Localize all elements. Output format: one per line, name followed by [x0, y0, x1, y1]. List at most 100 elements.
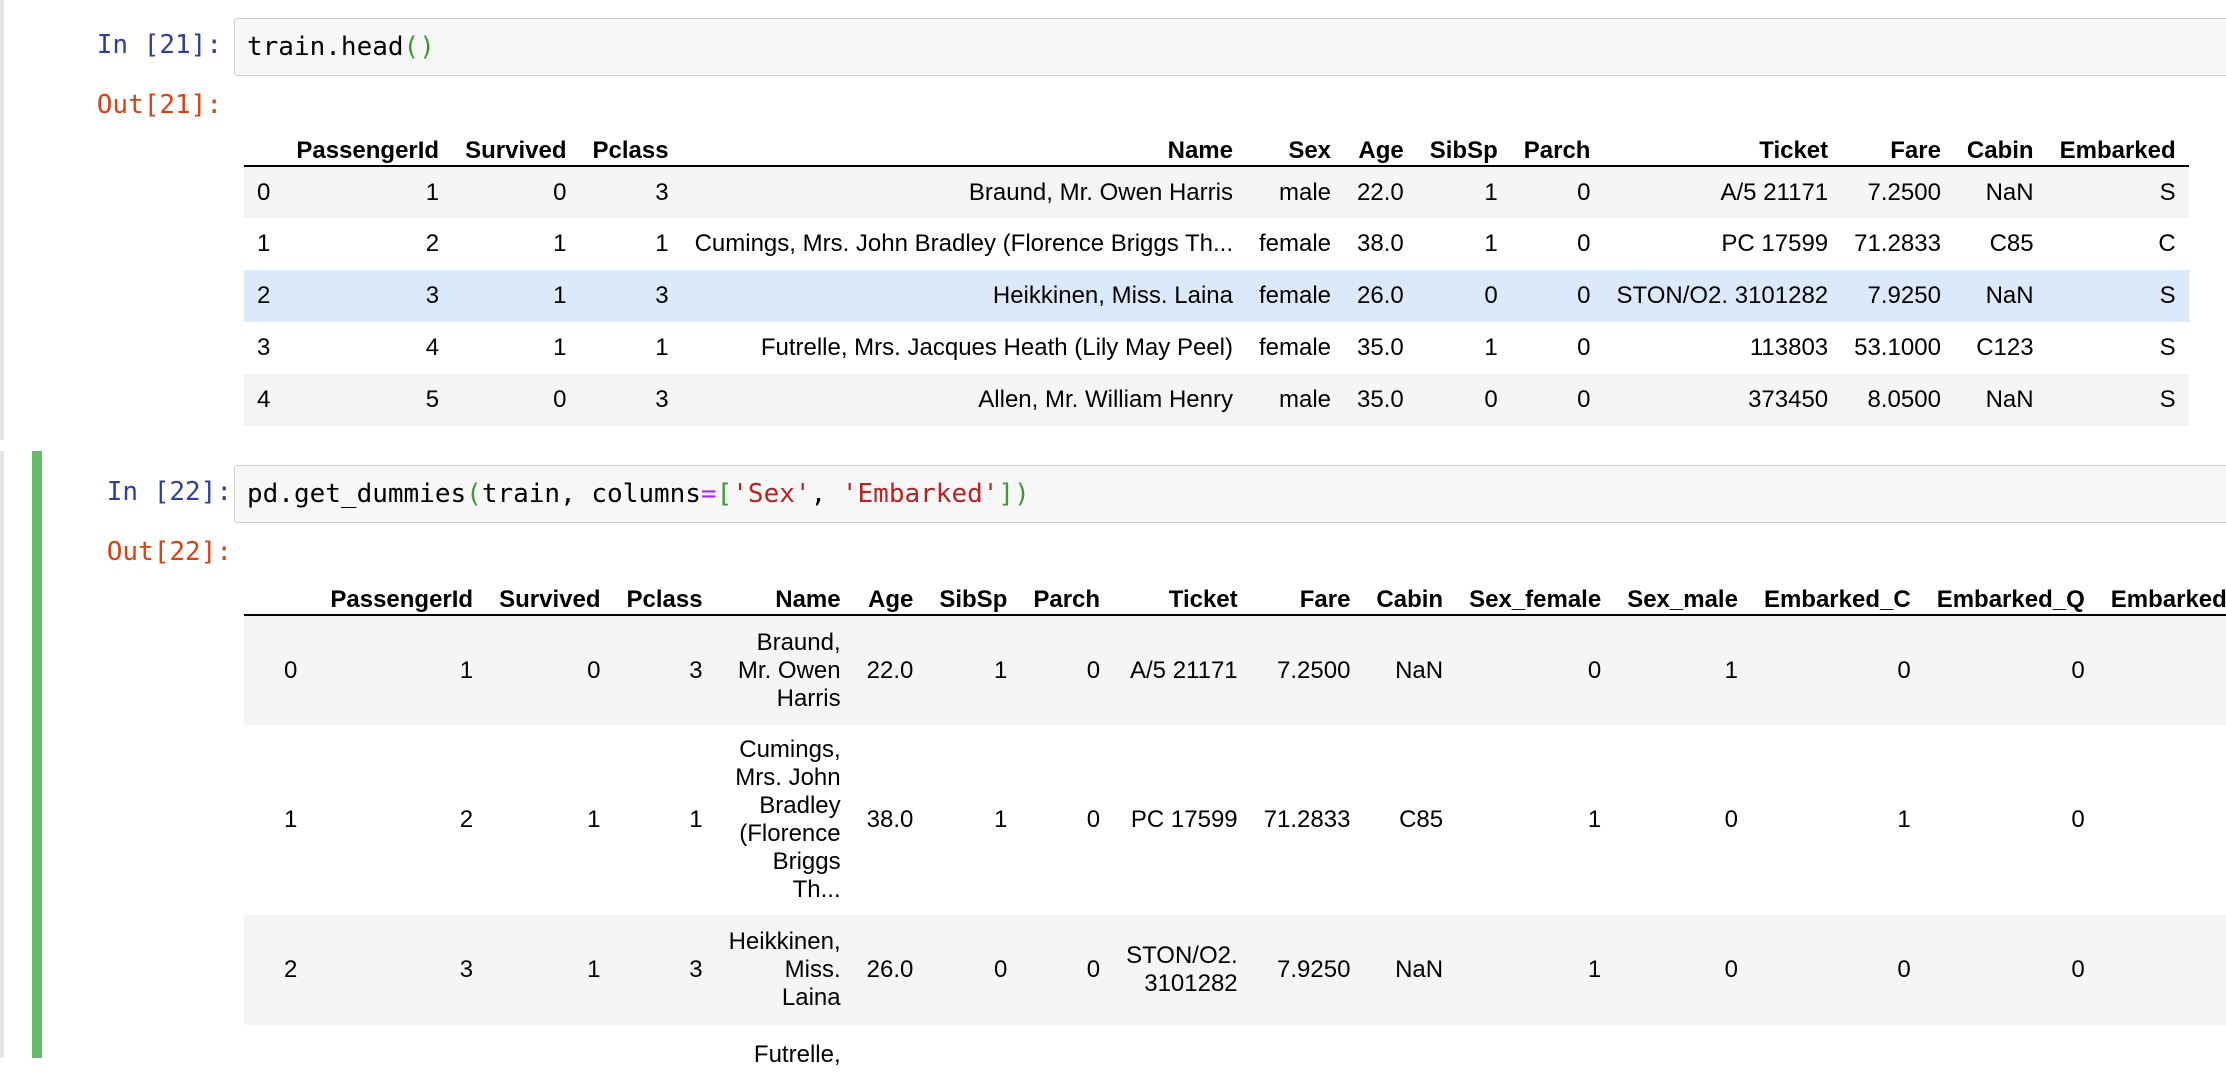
cell-sibsp: 1	[994, 806, 1008, 833]
cell-name: Futrelle, Mrs. Jacques Heath (Lily May P…	[760, 334, 1233, 361]
cell-cabin: C85	[1399, 806, 1444, 833]
cell-embarked: S	[2159, 386, 2176, 413]
column-header-name: Name	[1167, 137, 1233, 164]
code-editor-22[interactable]: pd.get_dummies(train, columns=['Sex', 'E…	[234, 465, 2226, 523]
cell-ticket: STON/O2. 3101282	[1113, 915, 1251, 1025]
column-header-embarked-c: Embarked_C	[1763, 586, 1911, 613]
code-paren-close: )	[1014, 479, 1030, 509]
cell-sibsp: 1	[994, 656, 1008, 684]
cell-text: A/5 21171	[1130, 656, 1238, 684]
cell-pclass: 1	[655, 230, 669, 257]
cell-sex-female: 1	[1587, 956, 1602, 983]
cell-name: Braund, Mr. Owen Harris	[716, 615, 854, 725]
column-header-sibsp: SibSp	[1429, 137, 1498, 164]
cell-cabin: NaN	[1985, 282, 2034, 309]
code-paren-open: (	[466, 479, 482, 509]
column-header-sex-female: Sex_female	[1469, 586, 1602, 613]
code-operator: =	[700, 479, 717, 509]
cell-embarked-q: 0	[2071, 656, 2085, 684]
cell-passengerid: 1	[425, 178, 440, 206]
cell-age: 26.0	[1357, 282, 1404, 309]
cell-passengerid	[317, 1025, 486, 1085]
cell-name: Cumings, Mrs. John Bradley (Florence Bri…	[716, 725, 854, 915]
cell-fare: 71.2833	[1263, 806, 1351, 833]
code-editor-21[interactable]: train.head()	[234, 18, 2226, 76]
cell-sex: female	[1258, 230, 1332, 257]
column-header-embarked-q: Embarked_Q	[1936, 586, 2085, 613]
cell-cabin: C85	[1989, 230, 2034, 257]
cell-embarked-c	[1751, 1025, 1924, 1085]
cell-sex-female: 1	[1587, 806, 1602, 833]
cell-fare: 7.2500	[1277, 656, 1351, 684]
cell-cabin: NaN	[1985, 386, 2034, 413]
column-header-sex-male: Sex_male	[1627, 586, 1738, 613]
output-prompt-22: Out[22]:	[106, 537, 232, 567]
table-row: 1 2 1 1 Cumings, Mrs. John Bradley (Florence…	[244, 218, 2189, 270]
cell-passengerid: 4	[425, 334, 440, 361]
cell-text: PC 17599	[1130, 806, 1238, 833]
cell-sex-male	[1614, 1025, 1751, 1085]
cell-parch: 0	[1577, 178, 1591, 206]
code-cell-21[interactable]: In [21]: train.head() Out[21]: Passenger…	[0, 0, 2226, 440]
column-header-passengerid: PassengerId	[296, 137, 440, 164]
cell-embarked-c: 0	[1897, 656, 1911, 684]
cell-text: STON/O2. 3101282	[1126, 942, 1238, 997]
cell-sex: male	[1279, 178, 1332, 206]
cell-sex: female	[1258, 282, 1332, 309]
cell-embarked-s: 1	[2098, 915, 2226, 1025]
cell-parch: 0	[1086, 806, 1101, 833]
input-prompt-22: In [22]:	[106, 477, 232, 507]
code-string-embarked: 'Embarked'	[841, 479, 999, 509]
column-header-embarked-s: Embarked_S	[2110, 586, 2226, 613]
code-args: train, columns	[481, 479, 701, 509]
cell-name: Futrelle,	[716, 1025, 854, 1085]
cell-ticket: 373450	[1748, 386, 1829, 413]
table-row: 3 4 1 1 Futrelle, Mrs. Jacques Heath (Lily M…	[244, 322, 2189, 374]
cell-survived: 0	[587, 656, 601, 684]
cell-sibsp: 1	[1484, 178, 1498, 206]
cell-sex-male: 1	[1724, 656, 1738, 684]
row-index: 2	[284, 956, 298, 983]
column-header-survived: Survived	[465, 137, 567, 164]
cell-ticket	[1113, 1025, 1251, 1085]
cell-pclass: 3	[689, 656, 703, 684]
cell-age: 38.0	[1357, 230, 1404, 257]
row-index: 0	[257, 178, 271, 206]
cell-survived: 1	[553, 334, 567, 361]
column-header-ticket: Ticket	[1168, 586, 1238, 613]
cell-name: Cumings, Mrs. John Bradley (Florence Bri…	[694, 230, 1233, 257]
cell-sex: female	[1258, 334, 1332, 361]
column-header-pclass: Pclass	[626, 586, 703, 613]
cell-sex-female	[1456, 1025, 1614, 1085]
cell-pclass: 3	[689, 956, 703, 983]
cell-embarked-q	[1924, 1025, 2098, 1085]
cell-ticket: 113803	[1749, 334, 1829, 361]
column-header-parch: Parch	[1523, 137, 1591, 164]
cell-cabin: NaN	[1395, 956, 1444, 983]
cell-fare: 8.0500	[1867, 386, 1941, 413]
table-row: Futrelle,	[244, 1025, 2226, 1085]
cell-embarked-c: 1	[1897, 806, 1911, 833]
code-cell-22-selected[interactable]: In [22]: pd.get_dummies(train, columns=[…	[32, 451, 2226, 1085]
cell-embarked-q: 0	[2071, 956, 2085, 983]
table-header-row: PassengerId Survived Pclass Name Sex Age SibSp…	[244, 112, 2189, 166]
code-bracket-close: ]	[998, 479, 1015, 509]
cell-fare: 71.2833	[1854, 230, 1941, 257]
cell-pclass: 3	[655, 282, 669, 309]
cell-survived: 1	[553, 230, 567, 257]
column-header-sex: Sex	[1288, 137, 1332, 164]
cell-age	[854, 1025, 927, 1085]
cell-survived: 1	[587, 806, 601, 833]
cell-ticket: A/5 21171	[1720, 178, 1829, 206]
cell-sibsp: 1	[1484, 230, 1498, 257]
cell-embarked: S	[2159, 178, 2176, 206]
table-row: 2 3 1 3 Heikkinen, Miss. Laina 26.0 0 0 STON/O2.…	[244, 915, 2226, 1025]
cell-fare: 7.9250	[1867, 282, 1941, 309]
cell-fare: 7.2500	[1867, 178, 1941, 206]
column-header-pclass: Pclass	[592, 137, 669, 164]
cell-survived	[486, 1025, 613, 1085]
row-index	[244, 1025, 317, 1085]
cell-ticket: PC 17599	[1113, 725, 1251, 915]
column-header-embarked: Embarked	[2059, 137, 2176, 164]
cell-age: 26.0	[866, 956, 914, 983]
